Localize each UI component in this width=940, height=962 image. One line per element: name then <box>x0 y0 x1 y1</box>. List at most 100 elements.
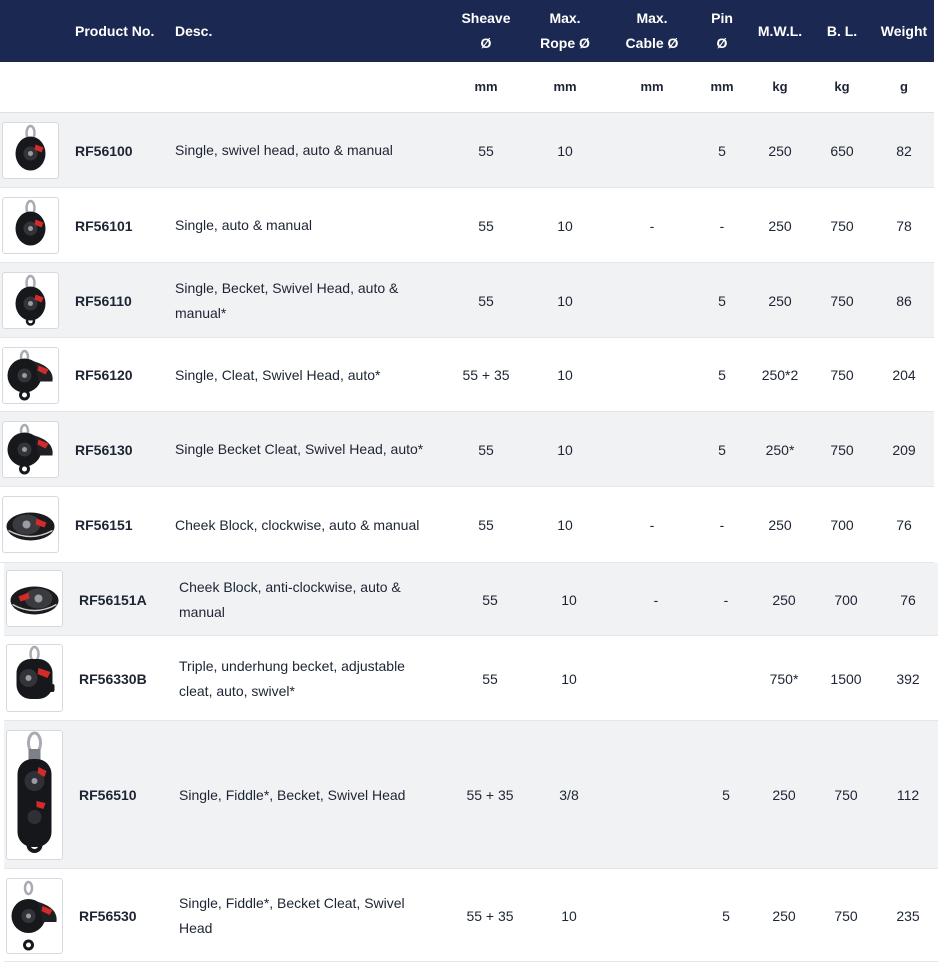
cell-sheave: 55 <box>478 292 494 309</box>
cell-weight: 78 <box>896 217 912 234</box>
table-row[interactable]: RF56330B Triple, underhung becket, adjust… <box>4 636 938 721</box>
unit-weight: g <box>900 79 908 94</box>
cell-mwl: 250 <box>768 517 792 533</box>
cell-cable: - <box>649 217 655 234</box>
cell-pin <box>696 636 756 721</box>
header-weight[interactable]: Weight <box>874 0 934 62</box>
cell-pin: - <box>719 517 725 533</box>
product-number[interactable]: RF56130 <box>75 412 170 487</box>
cell-rope: 10 <box>557 292 573 309</box>
table-row[interactable]: RF56151 Cheek Block, clockwise, auto & ma… <box>0 487 934 563</box>
cell-mwl: 250 <box>772 591 796 608</box>
cell-mwl: 250 <box>772 907 796 924</box>
units-row: mm mm mm mm kg kg g <box>0 62 934 113</box>
single-becket-block-icon <box>3 273 58 328</box>
product-image[interactable] <box>2 496 59 553</box>
cell-pin: 5 <box>722 907 730 924</box>
cell-cable <box>612 338 692 412</box>
cell-cable <box>616 721 696 869</box>
cell-cable: - <box>653 591 659 608</box>
cell-weight: 82 <box>896 142 912 159</box>
cell-mwl: 250 <box>768 142 792 159</box>
product-image[interactable] <box>2 272 59 329</box>
cell-weight: 112 <box>896 787 920 803</box>
cell-bl: 700 <box>830 517 854 533</box>
table-row[interactable]: RF56530 Single, Fiddle*, Becket Cleat, Sw… <box>4 869 938 962</box>
cell-weight: 76 <box>900 591 916 608</box>
product-image[interactable] <box>2 197 59 254</box>
product-table: Product No. Desc. Sheave Ø Max. Rope Ø Max… <box>0 0 940 962</box>
cell-rope: 10 <box>561 907 577 924</box>
table-row[interactable]: RF56151A Cheek Block, anti-clockwise, aut… <box>4 563 938 636</box>
cell-sheave: 55 + 35 <box>466 907 514 924</box>
cell-mwl: 250 <box>772 787 796 803</box>
header-sheave[interactable]: Sheave Ø <box>446 0 526 62</box>
cell-mwl: 250*2 <box>761 367 799 383</box>
header-product-no[interactable]: Product No. <box>75 0 170 62</box>
cell-sheave: 55 <box>478 517 494 533</box>
cell-pin: 5 <box>718 292 726 309</box>
cell-rope: 3/8 <box>559 787 579 803</box>
product-description: Single, Fiddle*, Becket, Swivel Head <box>179 786 406 803</box>
triple-block-icon <box>7 645 62 711</box>
header-pin[interactable]: Pin Ø <box>692 0 752 62</box>
cell-bl: 750 <box>830 367 854 383</box>
cell-weight: 392 <box>896 670 920 687</box>
header-mwl[interactable]: M.W.L. <box>750 0 810 62</box>
product-image[interactable] <box>6 730 63 860</box>
table-row[interactable]: RF56101 Single, auto & manual 55 10 - - 250 750… <box>0 188 934 263</box>
table-row[interactable]: RF56120 Single, Cleat, Swivel Head, auto*… <box>0 338 934 412</box>
table-row[interactable]: RF56110 Single, Becket, Swivel Head, auto… <box>0 263 934 338</box>
cell-cable <box>612 263 692 338</box>
header-max-rope[interactable]: Max. Rope Ø <box>525 0 605 62</box>
fiddle-block-icon <box>7 731 62 859</box>
cell-rope: 10 <box>557 217 573 234</box>
header-bl[interactable]: B. L. <box>812 0 872 62</box>
cell-mwl: 250* <box>765 441 795 458</box>
cell-sheave: 55 + 35 <box>466 787 514 803</box>
cell-pin: - <box>723 591 729 608</box>
product-number[interactable]: RF56100 <box>75 113 170 188</box>
table-header: Product No. Desc. Sheave Ø Max. Rope Ø Max… <box>0 0 934 62</box>
cell-rope: 10 <box>557 142 573 159</box>
unit-bl: kg <box>834 79 850 94</box>
product-description: Cheek Block, clockwise, auto & manual <box>175 516 420 533</box>
product-image[interactable] <box>2 122 59 179</box>
cell-bl: 700 <box>834 591 858 608</box>
product-image[interactable] <box>6 878 63 954</box>
cell-rope: 10 <box>561 591 577 608</box>
cell-rope: 10 <box>557 517 573 533</box>
cell-rope: 10 <box>557 367 573 383</box>
cell-sheave: 55 <box>478 441 494 458</box>
cell-bl: 750 <box>830 217 854 234</box>
product-number[interactable]: RF56101 <box>75 188 170 263</box>
product-description: Single, auto & manual <box>175 217 312 233</box>
product-description: Single, Cleat, Swivel Head, auto* <box>175 366 381 383</box>
header-max-cable[interactable]: Max. Cable Ø <box>612 0 692 62</box>
table-row[interactable]: RF56130 Single Becket Cleat, Swivel Head,… <box>0 412 934 487</box>
product-number[interactable]: RF56110 <box>75 263 170 338</box>
product-number[interactable]: RF56151A <box>79 563 174 636</box>
cell-rope: 10 <box>557 441 573 458</box>
cell-bl: 750 <box>830 441 854 458</box>
product-number[interactable]: RF56330B <box>79 636 174 721</box>
table-row[interactable]: RF56100 Single, swivel head, auto & manua… <box>0 113 934 188</box>
cell-mwl: 250 <box>768 217 792 234</box>
cell-cable <box>616 869 696 962</box>
product-number[interactable]: RF56120 <box>75 338 170 412</box>
cell-weight: 209 <box>892 441 916 458</box>
cell-weight: 204 <box>892 367 916 383</box>
cell-bl: 650 <box>830 142 854 159</box>
cell-sheave: 55 <box>482 591 498 608</box>
product-number[interactable]: RF56151 <box>75 487 170 563</box>
product-number[interactable]: RF56530 <box>79 869 174 962</box>
product-image[interactable] <box>6 644 63 712</box>
product-description: Single, swivel head, auto & manual <box>175 142 393 158</box>
product-image[interactable] <box>6 570 63 627</box>
product-image[interactable] <box>2 421 59 478</box>
table-row[interactable]: RF56510 Single, Fiddle*, Becket, Swivel H… <box>4 721 938 869</box>
product-image[interactable] <box>2 347 59 404</box>
header-desc[interactable]: Desc. <box>175 0 275 62</box>
unit-cable: mm <box>640 79 664 94</box>
product-number[interactable]: RF56510 <box>79 721 174 869</box>
